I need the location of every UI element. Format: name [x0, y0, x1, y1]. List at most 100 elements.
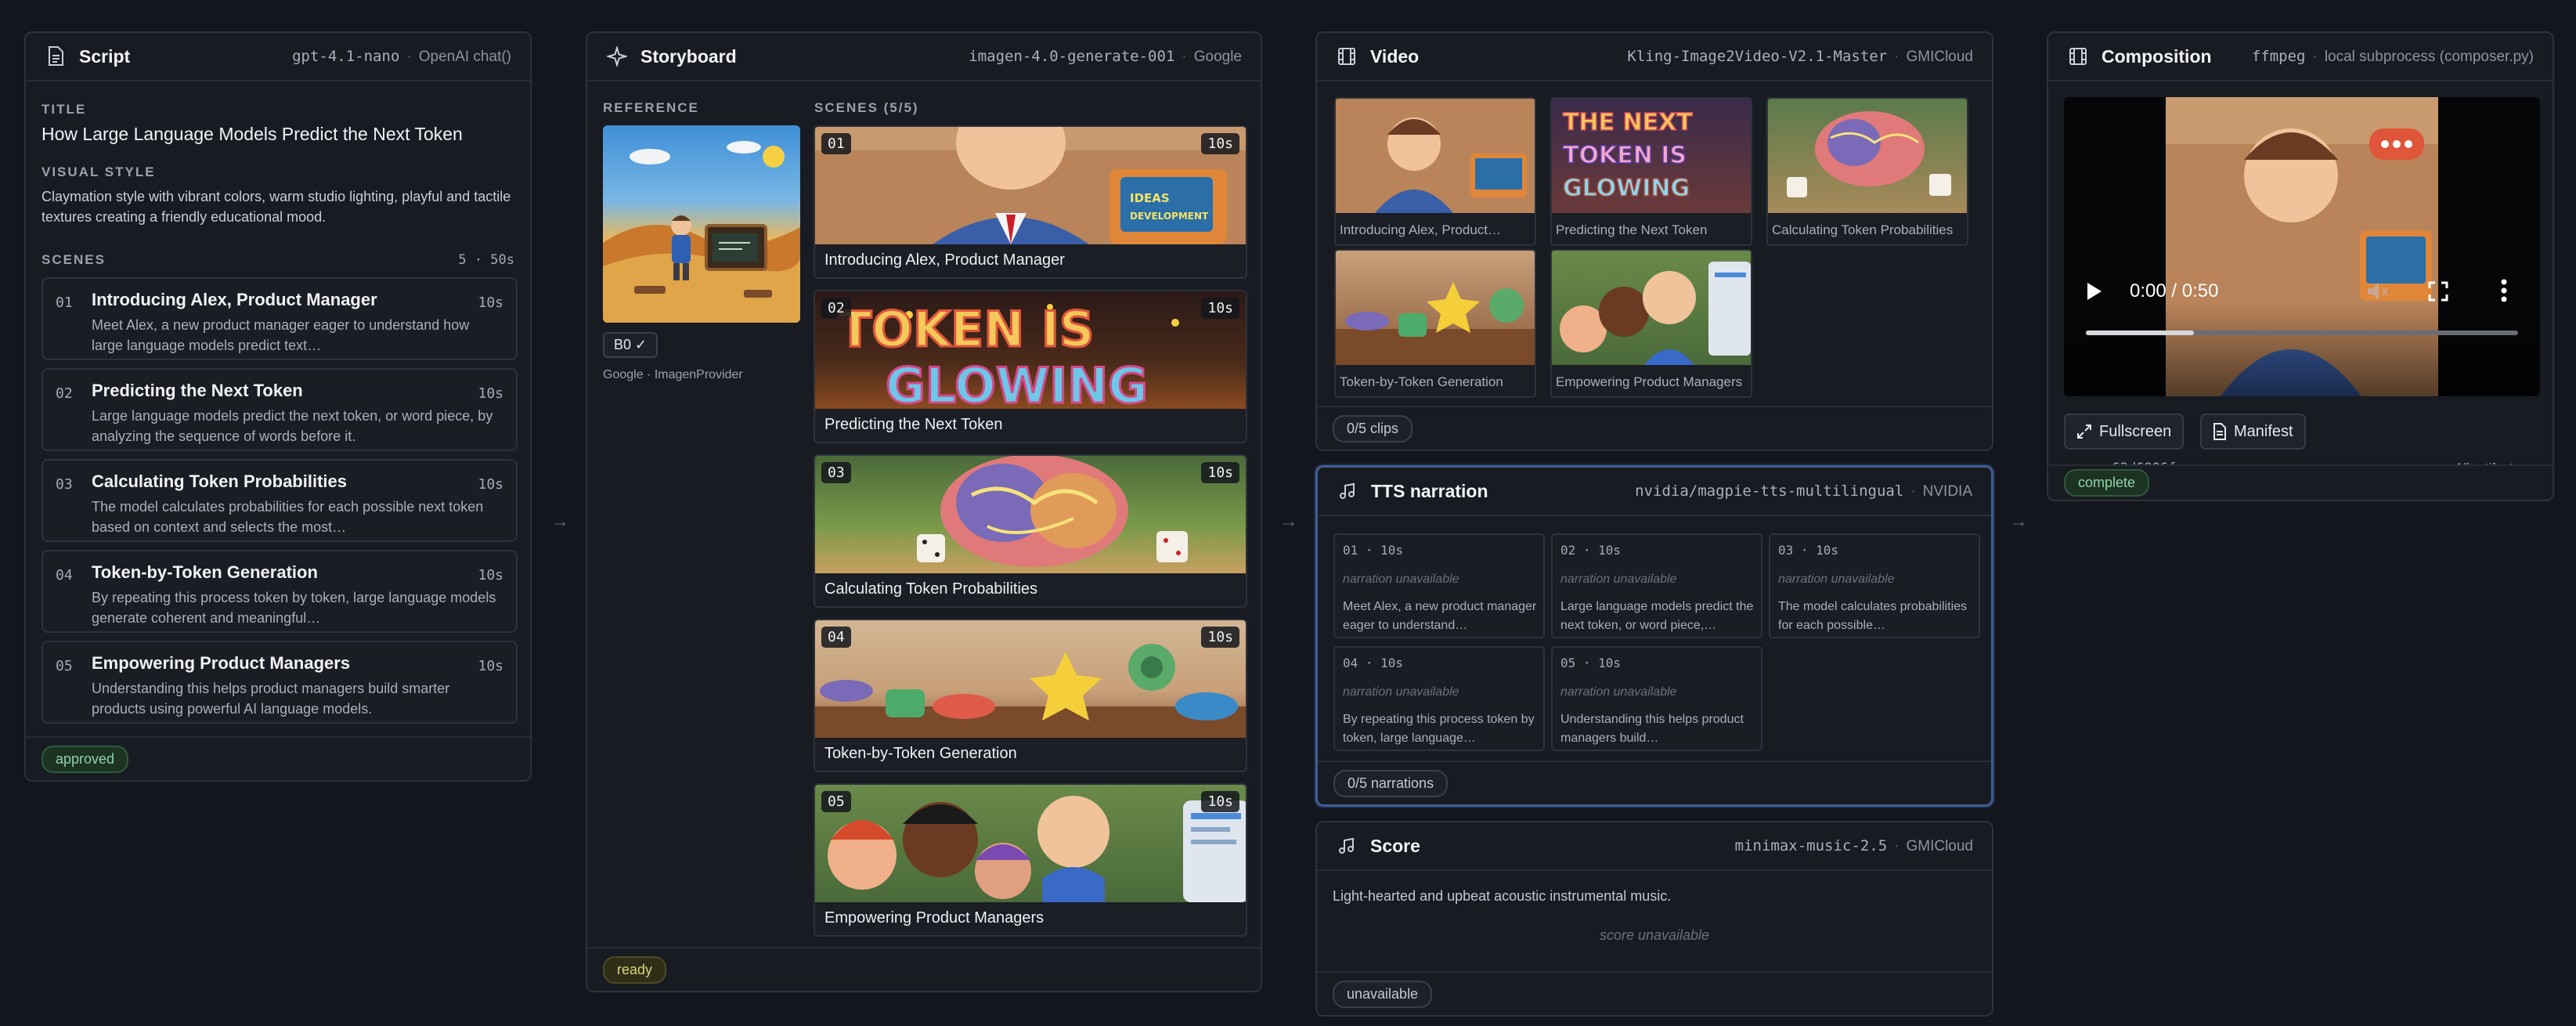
storyboard-header: Storyboard imagen-4.0-generate-001 · Googl…: [587, 33, 1261, 81]
script-title: Script: [79, 45, 131, 67]
fullscreen-icon[interactable]: [2427, 280, 2449, 306]
scene-image: IDEAS DEVELOPMENT: [815, 127, 1246, 244]
composition-footer: complete: [2047, 464, 2554, 501]
script-scene-item[interactable]: 02 Predicting the Next Token 10s Large l…: [41, 368, 518, 451]
scene-caption: Introducing Alex, Product Manager: [824, 251, 1065, 269]
video-provider: GMICloud: [1906, 48, 1973, 65]
video-footer: 0/5 clips: [1317, 406, 1992, 450]
storyboard-card[interactable]: 05 10s Empowering Product Managers: [814, 783, 1247, 937]
video-model: Kling-Image2Video-V2.1-Master: [1627, 47, 1888, 65]
scene-duration-badge: 10s: [1201, 298, 1239, 319]
scene-title: Empowering Product Managers: [92, 653, 351, 673]
composition-title: Composition: [2102, 45, 2212, 67]
narration-item[interactable]: 01 · 10s narration unavailable Meet Alex…: [1333, 533, 1545, 638]
video-clip[interactable]: Token-by-Token Generation: [1334, 249, 1536, 398]
film-icon: [1336, 45, 1358, 67]
video-player[interactable]: 0:00 / 0:50: [2064, 97, 2540, 396]
expand-icon: [2077, 424, 2091, 439]
narration-header: 05 · 10s: [1560, 656, 1622, 670]
narration-header: 03 · 10s: [1778, 543, 1839, 558]
narration-text: The model calculates probabilities for e…: [1778, 600, 1968, 632]
play-icon[interactable]: [2086, 282, 2103, 305]
storyboard-footer: ready: [587, 947, 1261, 991]
scene-number-badge: 03: [821, 462, 851, 483]
video-clip[interactable]: Calculating Token Probabilities: [1766, 97, 1968, 246]
script-footer: approved: [26, 736, 530, 780]
volume-icon[interactable]: [2366, 280, 2390, 306]
narration-unavailable: narration unavailable: [1560, 573, 1677, 586]
video-clip[interactable]: Empowering Product Managers: [1550, 249, 1752, 398]
scene-caption: Empowering Product Managers: [824, 909, 1044, 927]
clip-caption: Introducing Alex, Product…: [1340, 222, 1502, 237]
scene-description: Large language models predict the next t…: [92, 408, 493, 444]
narration-item[interactable]: 05 · 10s narration unavailable Understan…: [1551, 646, 1762, 751]
scene-duration: 10s: [478, 294, 503, 311]
svg-text:TOKEN IS: TOKEN IS: [1563, 142, 1687, 169]
score-panel: Score minimax-music-2.5 · GMICloud Light-h…: [1315, 821, 1993, 1017]
seek-bar[interactable]: [2086, 331, 2518, 335]
reference-badge: B0 ✓: [603, 332, 658, 358]
scene-number: 03: [56, 476, 73, 493]
narration-text: Understanding this helps product manager…: [1560, 713, 1744, 745]
arrow-right-icon: →: [1279, 511, 1298, 532]
script-scene-item[interactable]: 03 Calculating Token Probabilities 10s T…: [41, 459, 518, 542]
narration-header: 01 · 10s: [1343, 543, 1404, 558]
scene-caption: Predicting the Next Token: [824, 416, 1003, 433]
script-header: Script gpt-4.1-nano · OpenAI chat(): [26, 33, 530, 81]
video-title: Video: [1370, 45, 1420, 67]
narration-item[interactable]: 04 · 10s narration unavailable By repeat…: [1333, 646, 1545, 751]
scene-image: [815, 620, 1246, 738]
clip-thumbnail: [1336, 251, 1535, 365]
document-icon: [45, 45, 67, 67]
composition-header: Composition ffmpeg · local subprocess (com…: [2048, 33, 2553, 81]
storyboard-card[interactable]: TOKEN IS GLOWING 02 10s Predicting the N…: [814, 290, 1247, 443]
score-unavailable: score unavailable: [1599, 927, 1710, 943]
scene-duration-badge: 10s: [1201, 791, 1239, 812]
storyboard-card[interactable]: 03 10s Calculating Token Probabilities: [814, 454, 1247, 608]
svg-text:IDEAS: IDEAS: [1130, 191, 1170, 205]
video-meta: Kling-Image2Video-V2.1-Master · GMICloud: [1627, 47, 1973, 65]
scene-description: The model calculates probabilities for e…: [92, 499, 484, 535]
sparkle-icon: [606, 45, 628, 67]
file-icon: [2213, 423, 2226, 440]
visual-style-label: VISUAL STYLE: [41, 164, 156, 179]
score-meta: minimax-music-2.5 · GMICloud: [1734, 836, 1973, 854]
script-scene-item[interactable]: 01 Introducing Alex, Product Manager 10s…: [41, 277, 518, 360]
narration-item[interactable]: 03 · 10s narration unavailable The model…: [1769, 533, 1980, 638]
video-panel: Video Kling-Image2Video-V2.1-Master · GMIC…: [1315, 31, 1993, 451]
manifest-button[interactable]: Manifest: [2200, 414, 2306, 450]
storyboard-card[interactable]: 04 10s Token-by-Token Generation: [814, 619, 1247, 772]
scene-duration-badge: 10s: [1201, 462, 1239, 483]
scenes-summary: 5 · 50s: [458, 252, 514, 268]
narration-unavailable: narration unavailable: [1343, 685, 1459, 699]
storyboard-panel: Storyboard imagen-4.0-generate-001 · Googl…: [586, 31, 1262, 992]
scene-image: [815, 456, 1246, 573]
clip-thumbnail: [1552, 251, 1751, 365]
clip-caption: Calculating Token Probabilities: [1772, 222, 1954, 237]
reference-provider: Google · ImagenProvider: [603, 368, 743, 381]
fullscreen-label: Fullscreen: [2099, 422, 2172, 440]
scene-title: Token-by-Token Generation: [92, 562, 318, 582]
narration-item[interactable]: 02 · 10s narration unavailable Large lan…: [1551, 533, 1762, 638]
script-scene-item[interactable]: 05 Empowering Product Managers 10s Under…: [41, 641, 518, 724]
video-clip[interactable]: Introducing Alex, Product…: [1334, 97, 1536, 246]
script-scene-item[interactable]: 04 Token-by-Token Generation 10s By repe…: [41, 550, 518, 633]
clip-caption: Predicting the Next Token: [1556, 222, 1708, 237]
video-clip[interactable]: THE NEXT TOKEN IS GLOWING Predicting the…: [1550, 97, 1752, 246]
storyboard-card[interactable]: IDEAS DEVELOPMENT 01 10s Introducing Ale…: [814, 125, 1247, 279]
arrow-right-icon: →: [550, 511, 569, 532]
tts-model: nvidia/magpie-tts-multilingual: [1635, 482, 1904, 500]
reference-image[interactable]: [603, 125, 800, 323]
narration-header: 02 · 10s: [1560, 543, 1622, 558]
storyboard-model: imagen-4.0-generate-001: [969, 47, 1175, 65]
tts-header: TTS narration nvidia/magpie-tts-multilin…: [1318, 468, 1991, 516]
tts-title: TTS narration: [1371, 480, 1488, 501]
storyboard-meta: imagen-4.0-generate-001 · Google: [969, 47, 1242, 65]
manifest-label: Manifest: [2234, 422, 2293, 440]
scene-duration-badge: 10s: [1201, 627, 1239, 648]
scene-title: Calculating Token Probabilities: [92, 471, 347, 491]
fullscreen-button[interactable]: Fullscreen: [2064, 414, 2185, 450]
more-options-icon[interactable]: [2501, 279, 2507, 306]
scene-duration: 10s: [478, 385, 503, 402]
tts-meta: nvidia/magpie-tts-multilingual · NVIDIA: [1635, 482, 1972, 500]
